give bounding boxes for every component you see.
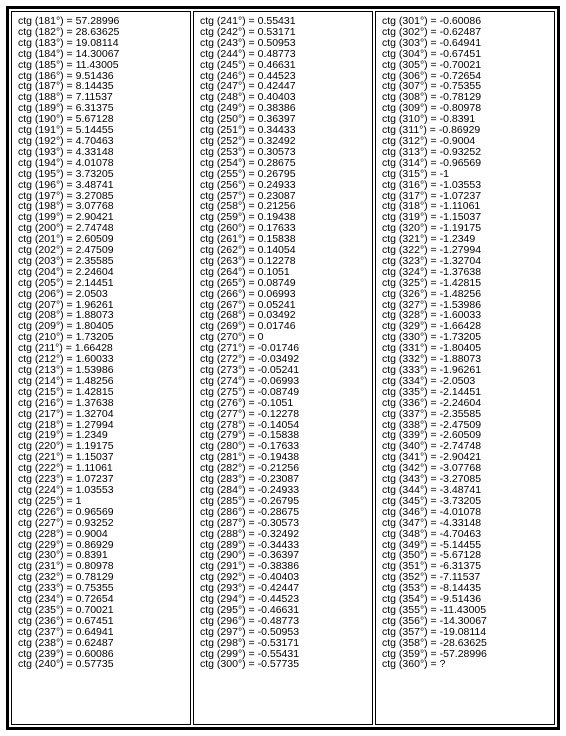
ctg-entry: ctg (358°) = -28.63625 xyxy=(382,638,548,649)
ctg-table: ctg (181°) = 57.28996ctg (182°) = 28.636… xyxy=(11,11,555,725)
ctg-entry: ctg (288°) = -0.32492 xyxy=(200,529,366,540)
column-2: ctg (241°) = 0.55431ctg (242°) = 0.53171… xyxy=(193,11,373,725)
ctg-entry: ctg (276°) = -0.1051 xyxy=(200,398,366,409)
ctg-entry: ctg (360°) = ? xyxy=(382,659,548,670)
ctg-entry: ctg (347°) = -4.33148 xyxy=(382,518,548,529)
ctg-entry: ctg (304°) = -0.67451 xyxy=(382,49,548,60)
ctg-entry: ctg (195°) = 3.73205 xyxy=(18,169,184,180)
ctg-entry: ctg (300°) = -0.57735 xyxy=(200,659,366,670)
ctg-entry: ctg (336°) = -2.24604 xyxy=(382,398,548,409)
ctg-entry: ctg (245°) = 0.46631 xyxy=(200,60,366,71)
ctg-entry: ctg (184°) = 14.30067 xyxy=(18,49,184,60)
ctg-entry: ctg (240°) = 0.57735 xyxy=(18,659,184,670)
ctg-entry: ctg (315°) = -1 xyxy=(382,169,548,180)
ctg-entry: ctg (255°) = 0.26795 xyxy=(200,169,366,180)
column-3: ctg (301°) = -0.60086ctg (302°) = -0.624… xyxy=(375,11,555,725)
ctg-entry: ctg (227°) = 0.93252 xyxy=(18,518,184,529)
column-1: ctg (181°) = 57.28996ctg (182°) = 28.636… xyxy=(11,11,191,725)
ctg-entry: ctg (228°) = 0.9004 xyxy=(18,529,184,540)
ctg-entry: ctg (316°) = -1.03553 xyxy=(382,180,548,191)
ctg-entry: ctg (206°) = 2.0503 xyxy=(18,289,184,300)
ctg-entry: ctg (196°) = 3.48741 xyxy=(18,180,184,191)
ctg-entry: ctg (238°) = 0.62487 xyxy=(18,638,184,649)
ctg-entry: ctg (216°) = 1.37638 xyxy=(18,398,184,409)
ctg-entry: ctg (305°) = -0.70021 xyxy=(382,60,548,71)
ctg-entry: ctg (337°) = -2.35585 xyxy=(382,409,548,420)
ctg-entry: ctg (217°) = 1.32704 xyxy=(18,409,184,420)
ctg-entry: ctg (266°) = 0.06993 xyxy=(200,289,366,300)
ctg-entry: ctg (326°) = -1.48256 xyxy=(382,289,548,300)
ctg-entry: ctg (298°) = -0.53171 xyxy=(200,638,366,649)
ctg-entry: ctg (287°) = -0.30573 xyxy=(200,518,366,529)
ctg-entry: ctg (277°) = -0.12278 xyxy=(200,409,366,420)
ctg-entry: ctg (244°) = 0.48773 xyxy=(200,49,366,60)
ctg-entry: ctg (348°) = -4.70463 xyxy=(382,529,548,540)
ctg-entry: ctg (185°) = 11.43005 xyxy=(18,60,184,71)
ctg-entry: ctg (256°) = 0.24933 xyxy=(200,180,366,191)
